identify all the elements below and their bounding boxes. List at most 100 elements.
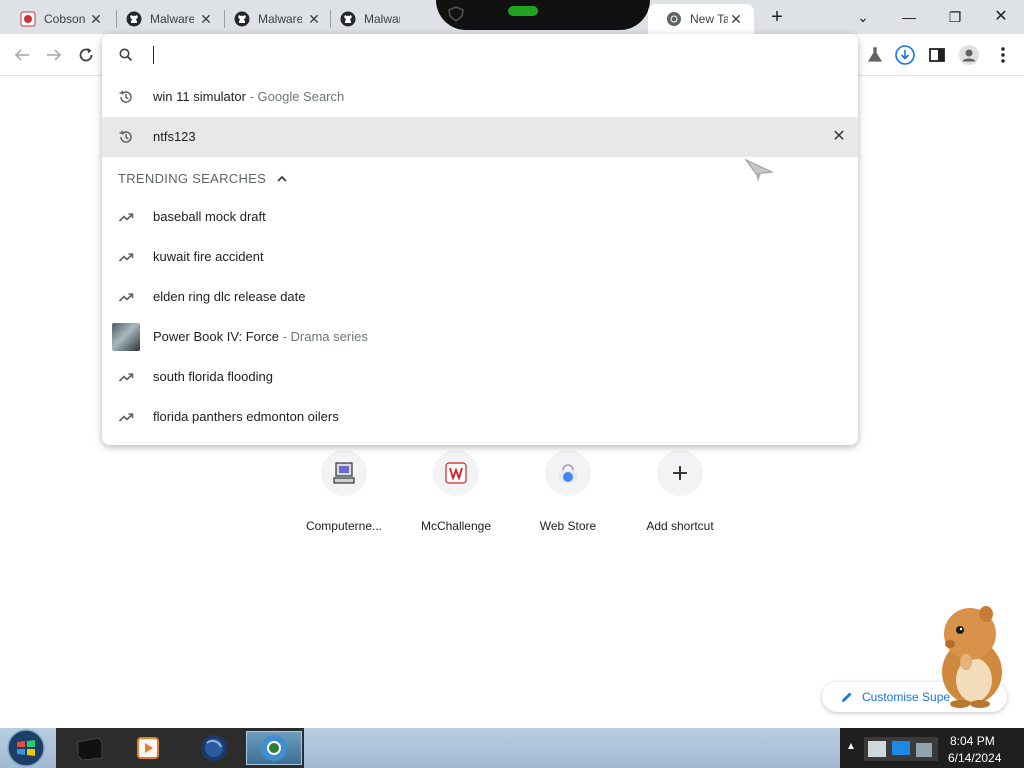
taskbar: ▲ 8:04 PM 6/14/2024: [0, 728, 1024, 768]
obscured-tabs-area: [436, 0, 650, 30]
suggestion-text: win 11 simulator - Google Search: [153, 89, 345, 104]
forward-arrow-icon: [47, 49, 62, 61]
suggestion-text: ntfs123: [153, 129, 196, 144]
tab-malware-1[interactable]: Malware ✕: [108, 4, 224, 34]
reload-icon: [79, 48, 93, 62]
computer-icon: [333, 462, 355, 484]
web-store-icon: [559, 464, 577, 482]
screen: Cobson ✕ Malware ✕ Malware ✕ Malware New…: [0, 0, 1024, 768]
tab-title: New Tab: [690, 12, 728, 26]
plus-icon: [673, 466, 687, 480]
suggestion-text: elden ring dlc release date: [153, 289, 306, 304]
hamster-pet-image: [942, 606, 1002, 708]
tab-close-icon[interactable]: ✕: [306, 11, 322, 28]
globe-browser-icon: [201, 735, 227, 761]
shortcut-icon-circle: [321, 450, 367, 496]
close-window-button[interactable]: ✕: [984, 4, 1018, 30]
trending-icon: [118, 373, 134, 382]
shortcut-mcchallenge[interactable]: McChallenge: [400, 450, 512, 540]
black-box-icon: [77, 737, 103, 761]
mcchallenge-icon: [445, 462, 467, 484]
github-icon: [340, 11, 356, 27]
taskbar-item-firefox[interactable]: [186, 731, 242, 765]
tab-title: Malware: [150, 12, 194, 26]
suggestion-trending[interactable]: baseball mock draft: [102, 197, 858, 237]
suggestion-text: florida panthers edmonton oilers: [153, 409, 339, 424]
chrome-icon: [667, 12, 681, 26]
tray-network-icons[interactable]: [862, 733, 940, 763]
shortcut-icon-circle: [545, 450, 591, 496]
tab-close-icon[interactable]: ✕: [198, 11, 214, 28]
media-player-icon: [137, 737, 159, 759]
tab-new-tab[interactable]: New Tab ✕: [648, 4, 754, 34]
trending-header-label: TRENDING SEARCHES: [118, 171, 267, 186]
suggestion-trending[interactable]: kuwait fire accident: [102, 237, 858, 277]
green-indicator-icon: [508, 6, 538, 16]
taskbar-item-chrome[interactable]: [246, 731, 302, 765]
shortcut-label: Add shortcut: [646, 519, 714, 533]
tab-malware-3[interactable]: Malware: [322, 4, 434, 34]
start-button-icon[interactable]: [6, 728, 46, 768]
profile-avatar-icon[interactable]: [958, 44, 980, 66]
remove-suggestion-icon[interactable]: ✕: [831, 129, 847, 145]
shortcut-icon-circle: [657, 450, 703, 496]
search-icon: [119, 48, 133, 62]
thumbnail-image: [112, 323, 140, 351]
history-icon: [119, 90, 132, 103]
taskbar-item-terminal[interactable]: [62, 731, 118, 765]
tab-cobson[interactable]: Cobson ✕: [2, 4, 114, 34]
tab-strip: Cobson ✕ Malware ✕ Malware ✕ Malware New…: [0, 0, 1024, 34]
shortcut-label: Web Store: [539, 519, 597, 533]
shortcut-computerne[interactable]: Computerne...: [288, 450, 400, 540]
history-icon: [119, 130, 132, 143]
taskbar-item-media-player[interactable]: [120, 731, 176, 765]
trending-icon: [118, 293, 134, 302]
shortcut-label: McChallenge: [420, 519, 492, 533]
back-button[interactable]: [10, 43, 34, 67]
forward-button[interactable]: [42, 43, 66, 67]
text-caret: [153, 46, 154, 64]
github-icon: [234, 11, 250, 27]
trending-icon: [118, 413, 134, 422]
menu-kebab-icon[interactable]: [992, 44, 1014, 66]
shortcut-web-store[interactable]: Web Store: [512, 450, 624, 540]
tab-close-icon[interactable]: ✕: [88, 11, 104, 28]
suggestion-entity[interactable]: Power Book IV: Force - Drama series: [102, 317, 858, 357]
tab-title: Malware: [258, 12, 302, 26]
suggestion-history[interactable]: win 11 simulator - Google Search: [102, 77, 858, 117]
tab-title: Malware: [364, 12, 400, 26]
clock-time[interactable]: 8:04 PM: [950, 734, 995, 748]
suggestion-trending[interactable]: elden ring dlc release date: [102, 277, 858, 317]
trending-icon: [118, 253, 134, 262]
suggestion-trending[interactable]: florida panthers edmonton oilers: [102, 397, 858, 437]
suggestion-text: Power Book IV: Force - Drama series: [153, 329, 368, 344]
pencil-icon: [842, 692, 852, 702]
labs-flask-icon[interactable]: [864, 44, 886, 66]
back-arrow-icon: [14, 49, 29, 61]
tab-close-icon[interactable]: ✕: [728, 11, 744, 28]
shortcut-label: Computerne...: [305, 519, 383, 533]
omnibox-dropdown: win 11 simulator - Google Search ntfs123…: [102, 34, 858, 445]
clock-date[interactable]: 6/14/2024: [948, 751, 1001, 765]
add-shortcut-button[interactable]: Add shortcut: [624, 450, 736, 540]
new-tab-button[interactable]: +: [760, 4, 794, 30]
github-icon: [126, 11, 142, 27]
side-panel-icon[interactable]: [926, 44, 948, 66]
restore-button[interactable]: ❐: [938, 4, 972, 30]
omnibox-input[interactable]: [102, 34, 858, 76]
suggestion-text: kuwait fire accident: [153, 249, 264, 264]
tab-search-dropdown-icon[interactable]: ⌄: [846, 4, 880, 30]
tab-malware-2[interactable]: Malware ✕: [216, 4, 332, 34]
tab-title: Cobson: [44, 12, 86, 26]
cobson-favicon-icon: [20, 11, 36, 27]
tray-expand-icon[interactable]: ▲: [846, 741, 856, 752]
trending-searches-header[interactable]: TRENDING SEARCHES: [118, 171, 288, 186]
minimize-button[interactable]: —: [892, 4, 926, 30]
shield-icon: [448, 6, 464, 22]
suggestion-text: baseball mock draft: [153, 209, 266, 224]
paper-plane-cursor-icon: [744, 158, 774, 182]
suggestion-history[interactable]: ntfs123 ✕: [102, 117, 858, 157]
suggestion-trending[interactable]: south florida flooding: [102, 357, 858, 397]
download-icon[interactable]: [894, 44, 916, 66]
reload-button[interactable]: [74, 43, 98, 67]
